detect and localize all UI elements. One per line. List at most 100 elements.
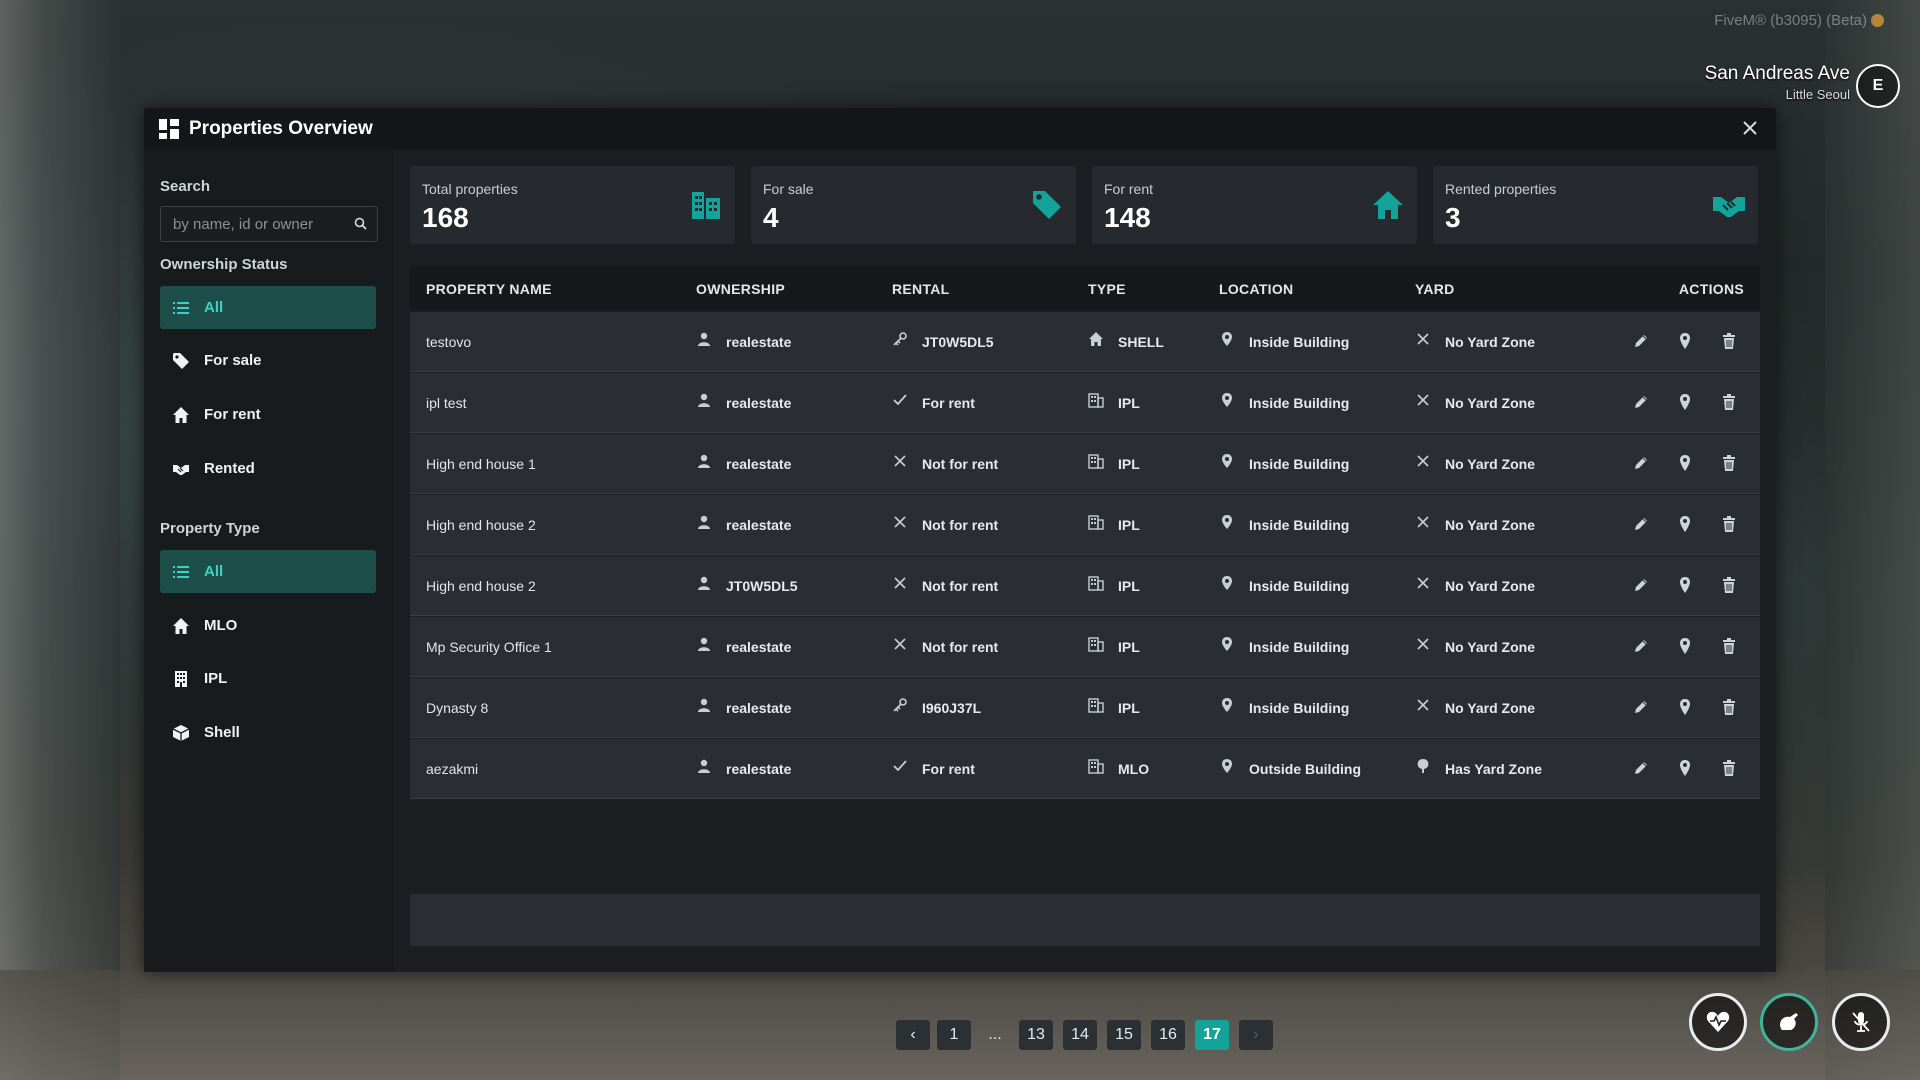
street-name: San Andreas Ave: [1704, 63, 1850, 84]
property-type: IPL: [1118, 639, 1140, 655]
trash-icon[interactable]: [1720, 637, 1738, 655]
property-yard: No Yard Zone: [1445, 517, 1535, 533]
property-rental: I960J37L: [922, 700, 982, 716]
building-icon: [1088, 575, 1104, 591]
property-type: SHELL: [1118, 334, 1164, 350]
location-icon[interactable]: [1676, 515, 1694, 533]
trash-icon[interactable]: [1720, 698, 1738, 716]
type-filter-label: IPL: [204, 670, 228, 687]
table-row[interactable]: Dynasty 8 realestate I960J37L IPL Inside Bui…: [410, 678, 1760, 738]
fivem-logo-icon: [1871, 14, 1884, 27]
pagination-page-button[interactable]: 16: [1151, 1020, 1185, 1050]
type-filter-label: Shell: [204, 724, 240, 741]
filter-sidebar: Search Ownership Status All For sale For…: [144, 150, 394, 972]
property-name: Dynasty 8: [426, 700, 489, 716]
pagination-next-button[interactable]: ›: [1239, 1020, 1273, 1050]
stat-label: For sale: [763, 181, 814, 197]
user-icon: [696, 575, 712, 591]
type-filter-shell[interactable]: Shell: [160, 711, 376, 754]
search-input[interactable]: [171, 207, 345, 241]
ownership-filter-for-rent[interactable]: For rent: [160, 393, 376, 436]
search-box: [160, 206, 378, 242]
table-row[interactable]: High end house 2 JT0W5DL5 Not for rent IPL I…: [410, 556, 1760, 616]
pagination-page-button[interactable]: 14: [1063, 1020, 1097, 1050]
property-rental: For rent: [922, 761, 975, 777]
table-row[interactable]: testovo realestate JT0W5DL5 SHELL Inside Bui…: [410, 312, 1760, 372]
property-type: MLO: [1118, 761, 1150, 777]
compass-direction: E: [1856, 64, 1900, 108]
ownership-filter-for-sale[interactable]: For sale: [160, 339, 376, 382]
type-filter-mlo[interactable]: MLO: [160, 604, 376, 647]
column-header-rental[interactable]: RENTAL: [892, 281, 950, 297]
column-header-property-name[interactable]: PROPERTY NAME: [426, 281, 552, 297]
property-rental: Not for rent: [922, 639, 999, 655]
ownership-filter-rented[interactable]: Rented: [160, 447, 376, 490]
property-type: IPL: [1118, 395, 1140, 411]
stat-value: 168: [422, 202, 469, 233]
trash-icon[interactable]: [1720, 515, 1738, 533]
building-icon: [692, 192, 720, 219]
trash-icon[interactable]: [1720, 576, 1738, 594]
property-owner: realestate: [726, 639, 792, 655]
edit-icon[interactable]: [1632, 698, 1650, 716]
pagination-page-current[interactable]: 17: [1195, 1020, 1229, 1050]
table-row[interactable]: ipl test realestate For rent IPL Inside Buil…: [410, 373, 1760, 433]
search-icon[interactable]: [354, 217, 367, 230]
check-icon: [892, 758, 908, 774]
trash-icon[interactable]: [1720, 454, 1738, 472]
column-header-type[interactable]: TYPE: [1088, 281, 1126, 297]
edit-icon[interactable]: [1632, 393, 1650, 411]
edit-icon[interactable]: [1632, 759, 1650, 777]
edit-icon[interactable]: [1632, 515, 1650, 533]
property-location: Inside Building: [1249, 578, 1350, 594]
property-rental: JT0W5DL5: [922, 334, 994, 350]
table-row[interactable]: High end house 1 realestate Not for rent IP…: [410, 434, 1760, 494]
column-header-actions: ACTIONS: [1678, 281, 1744, 297]
location-icon[interactable]: [1676, 759, 1694, 777]
pagination-page-button[interactable]: 1: [937, 1020, 971, 1050]
type-filter-all[interactable]: All: [160, 550, 376, 593]
type-filter-label: MLO: [204, 617, 238, 634]
property-yard: No Yard Zone: [1445, 700, 1535, 716]
edit-icon[interactable]: [1632, 637, 1650, 655]
table-row[interactable]: High end house 2 realestate Not for rent IP…: [410, 495, 1760, 555]
close-icon[interactable]: [1738, 116, 1762, 140]
trash-icon[interactable]: [1720, 393, 1738, 411]
x-icon: [1415, 514, 1431, 530]
column-header-location[interactable]: LOCATION: [1219, 281, 1293, 297]
edit-icon[interactable]: [1632, 332, 1650, 350]
location-icon[interactable]: [1676, 332, 1694, 350]
trash-icon[interactable]: [1720, 332, 1738, 350]
location-icon[interactable]: [1676, 393, 1694, 411]
pagination-page-button[interactable]: 13: [1019, 1020, 1053, 1050]
table-row[interactable]: aezakmi realestate For rent MLO Outside Buil…: [410, 739, 1760, 799]
location-icon[interactable]: [1676, 576, 1694, 594]
pagination-prev-button[interactable]: ‹: [896, 1020, 930, 1050]
trash-icon[interactable]: [1720, 759, 1738, 777]
property-type: IPL: [1118, 700, 1140, 716]
property-location: Inside Building: [1249, 700, 1350, 716]
list-icon: [173, 302, 189, 314]
column-header-yard[interactable]: YARD: [1415, 281, 1455, 297]
property-name: aezakmi: [426, 761, 479, 777]
health-heart-icon: [1689, 993, 1747, 1051]
column-header-ownership[interactable]: OWNERSHIP: [696, 281, 785, 297]
x-icon: [892, 575, 908, 591]
location-icon[interactable]: [1676, 454, 1694, 472]
location-icon[interactable]: [1676, 698, 1694, 716]
type-filter-ipl[interactable]: IPL: [160, 657, 376, 700]
table-row[interactable]: Mp Security Office 1 realestate Not for re…: [410, 617, 1760, 677]
property-name: High end house 2: [426, 578, 536, 594]
ownership-filter-label: For rent: [204, 406, 261, 423]
edit-icon[interactable]: [1632, 576, 1650, 594]
chevron-right-icon: ›: [1253, 1026, 1259, 1043]
ownership-filter-all[interactable]: All: [160, 286, 376, 329]
search-label: Search: [160, 178, 211, 195]
property-name: High end house 1: [426, 456, 536, 472]
location-icon[interactable]: [1676, 637, 1694, 655]
property-rental: For rent: [922, 395, 975, 411]
edit-icon[interactable]: [1632, 454, 1650, 472]
building-icon: [1088, 514, 1104, 530]
pin-icon: [1219, 575, 1235, 591]
pagination-page-button[interactable]: 15: [1107, 1020, 1141, 1050]
